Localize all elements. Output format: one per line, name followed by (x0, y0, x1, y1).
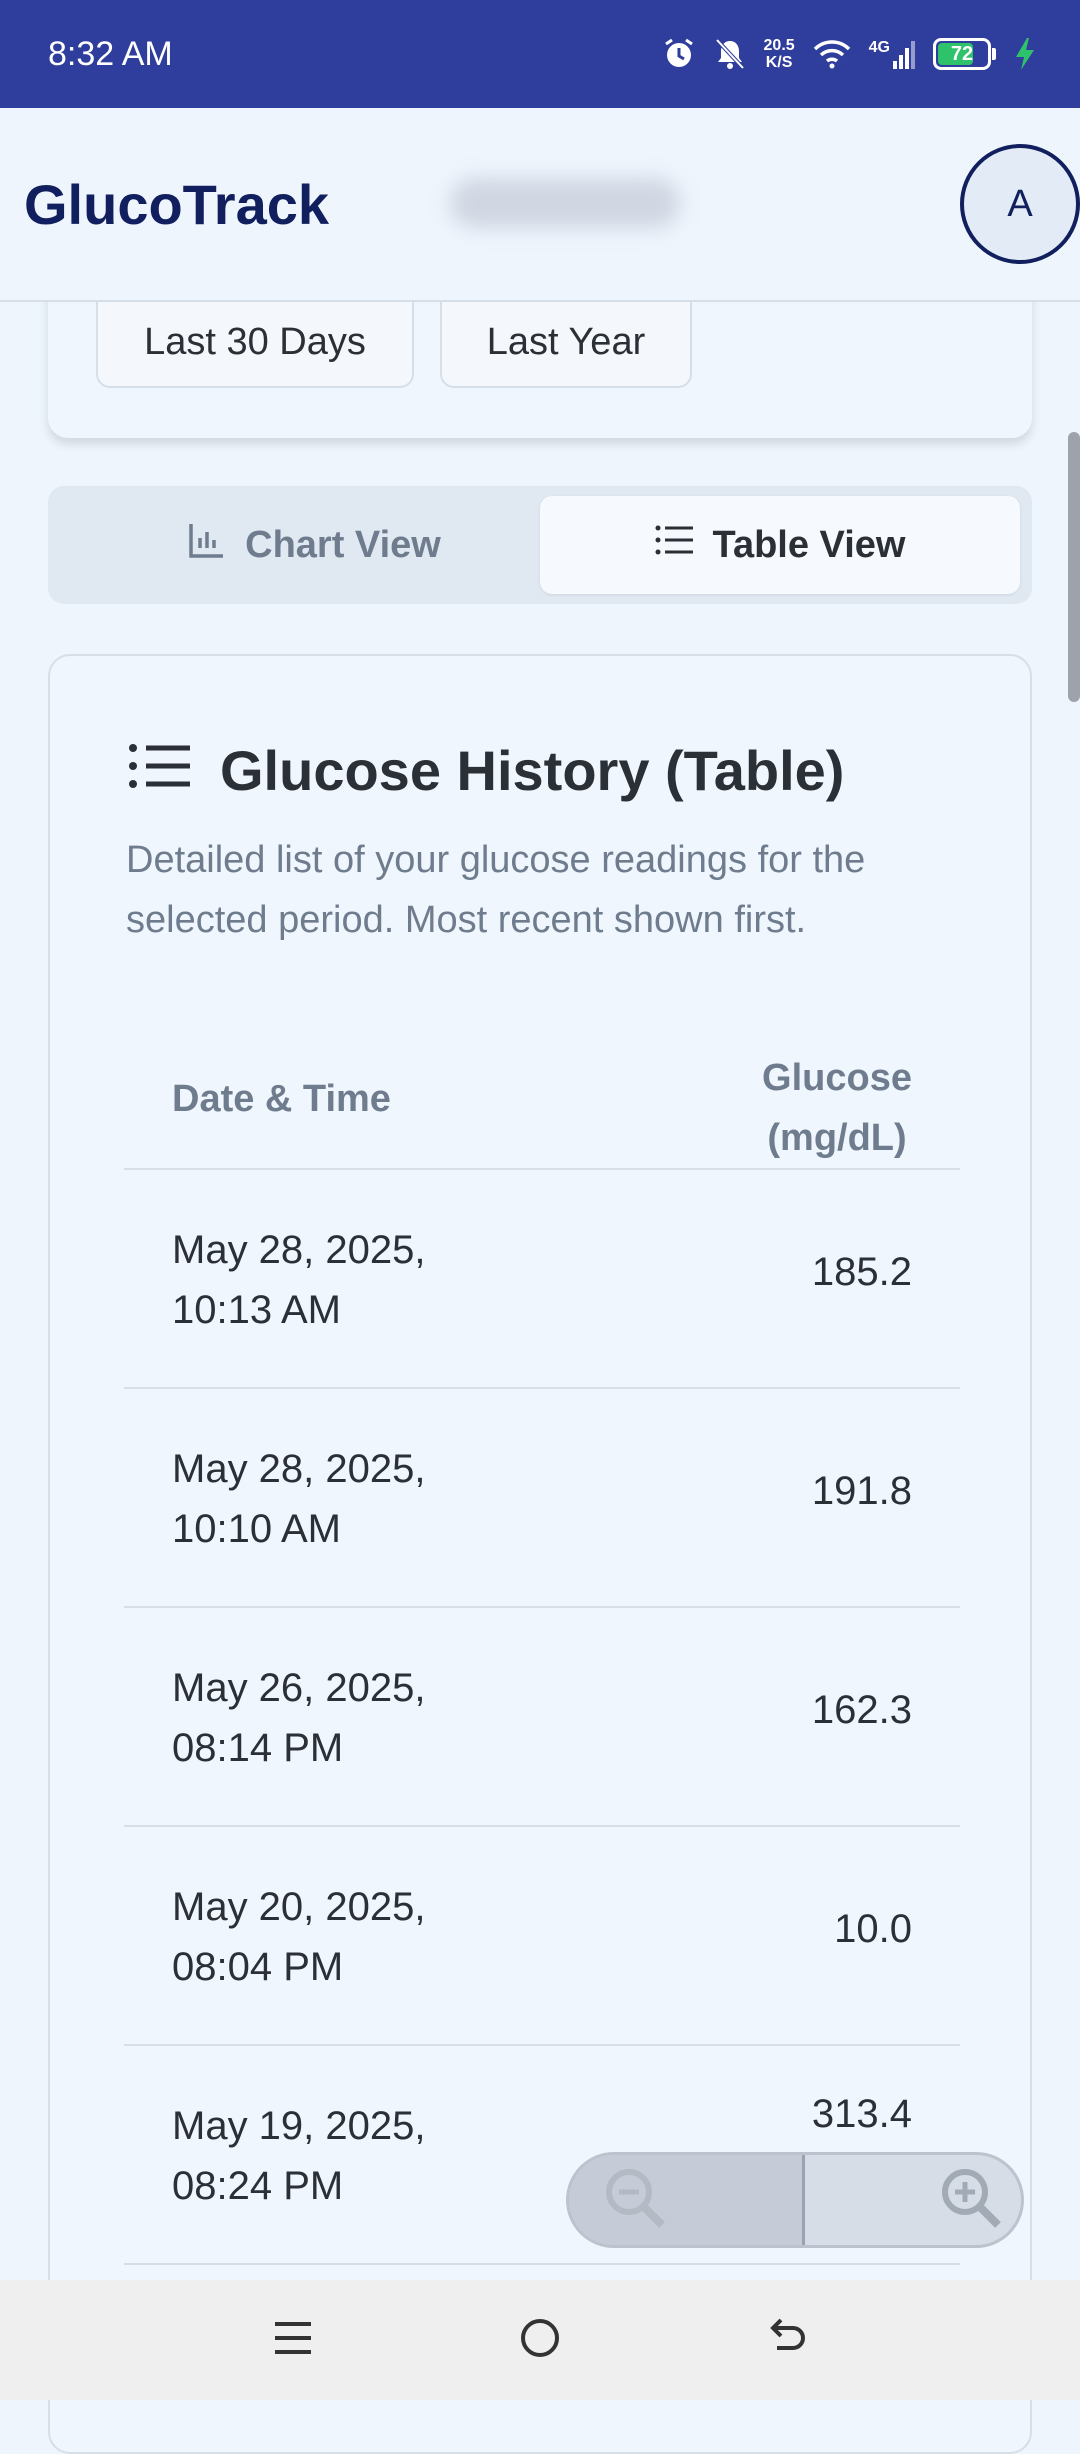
zoom-out-icon (599, 2162, 671, 2239)
table-row: May 26, 2025, 08:14 PM 162.3 (124, 1608, 960, 1827)
cell-signal-icon: 4G (869, 39, 915, 69)
chart-view-button[interactable]: Chart View (58, 496, 570, 594)
table-header: Date & Time Glucose (mg/dL) (124, 1036, 960, 1170)
status-bar: 8:32 AM 20.5 K/S 4G 72 (0, 0, 1080, 108)
menu-icon[interactable] (271, 2316, 315, 2365)
cell-glucose: 191.8 (811, 1469, 912, 1513)
zoom-control (566, 2152, 1024, 2248)
alarm-icon (662, 37, 696, 71)
blurred-nav-element (450, 178, 680, 228)
cell-date: May 20, 2025, 08:04 PM (172, 1877, 532, 1997)
table-row: May 20, 2025, 08:04 PM 10.0 (124, 1827, 960, 2046)
last-30-days-button[interactable]: Last 30 Days (96, 298, 414, 388)
column-header-date[interactable]: Date & Time (172, 1078, 391, 1121)
column-header-glucose[interactable]: Glucose (mg/dL) (762, 1048, 912, 1168)
back-icon[interactable] (765, 2316, 809, 2365)
table-view-label: Table View (712, 523, 906, 566)
cell-glucose: 10.0 (834, 1907, 912, 1951)
battery-tip (992, 48, 996, 60)
cell-glucose: 313.4 (811, 2092, 912, 2136)
zoom-out-button[interactable] (569, 2155, 805, 2245)
home-icon[interactable] (518, 2316, 562, 2365)
cell-date: May 28, 2025, 10:10 AM (172, 1439, 532, 1559)
table-row: May 28, 2025, 10:10 AM 191.8 (124, 1389, 960, 1608)
battery-icon: 72 (933, 38, 991, 70)
date-line2: 10:13 AM (172, 1288, 342, 1332)
net-speed-value: 20.5 (763, 37, 795, 54)
list-icon (655, 523, 695, 567)
app-title[interactable]: GlucoTrack (24, 172, 329, 237)
bar-chart-icon (187, 520, 227, 570)
date-line2: 08:04 PM (172, 1945, 344, 1989)
system-nav-bar (0, 2280, 1080, 2400)
date-line2: 08:24 PM (172, 2164, 344, 2208)
chart-view-label: Chart View (245, 523, 441, 566)
card-title-text: Glucose History (Table) (220, 739, 845, 802)
scrollbar-thumb[interactable] (1068, 432, 1080, 702)
cell-date: May 26, 2025, 08:14 PM (172, 1658, 532, 1778)
network-speed: 20.5 K/S (764, 37, 795, 71)
charging-icon (1014, 37, 1036, 71)
network-type: 4G (868, 39, 890, 56)
date-line2: 10:10 AM (172, 1507, 342, 1551)
date-line2: 08:14 PM (172, 1726, 344, 1770)
cell-glucose: 162.3 (811, 1688, 912, 1732)
table-view-button[interactable]: Table View (540, 496, 1020, 594)
date-line1: May 28, 2025, (172, 1447, 426, 1491)
card-description: Detailed list of your glucose readings f… (126, 839, 866, 941)
table-row: May 28, 2025, 10:13 AM 185.2 (124, 1170, 960, 1389)
zoom-in-icon (935, 2162, 1007, 2239)
date-line1: May 19, 2025, (172, 2104, 426, 2148)
net-speed-unit: K/S (765, 54, 793, 71)
status-icons: 20.5 K/S 4G 72 (662, 37, 1036, 71)
app-header: GlucoTrack A (0, 108, 1080, 302)
view-toggle: Chart View Table View (48, 486, 1032, 604)
cell-glucose: 185.2 (811, 1250, 912, 1294)
date-line1: May 28, 2025, (172, 1228, 426, 1272)
glucose-header-line1: Glucose (762, 1057, 912, 1099)
battery-indicator: 72 (933, 38, 996, 70)
wifi-icon (813, 39, 851, 69)
glucose-header-line2: (mg/dL) (767, 1117, 907, 1159)
list-icon (128, 738, 192, 803)
card-title: Glucose History (Table) (128, 738, 844, 803)
zoom-in-button[interactable] (805, 2155, 1022, 2245)
cell-date: May 28, 2025, 10:13 AM (172, 1220, 532, 1340)
mute-bell-icon (714, 37, 746, 71)
battery-level: 72 (950, 42, 974, 65)
status-time: 8:32 AM (48, 34, 173, 73)
user-avatar[interactable]: A (960, 144, 1080, 264)
cell-date: May 19, 2025, 08:24 PM (172, 2096, 532, 2216)
last-year-button[interactable]: Last Year (440, 298, 692, 388)
date-line1: May 26, 2025, (172, 1666, 426, 1710)
date-line1: May 20, 2025, (172, 1885, 426, 1929)
